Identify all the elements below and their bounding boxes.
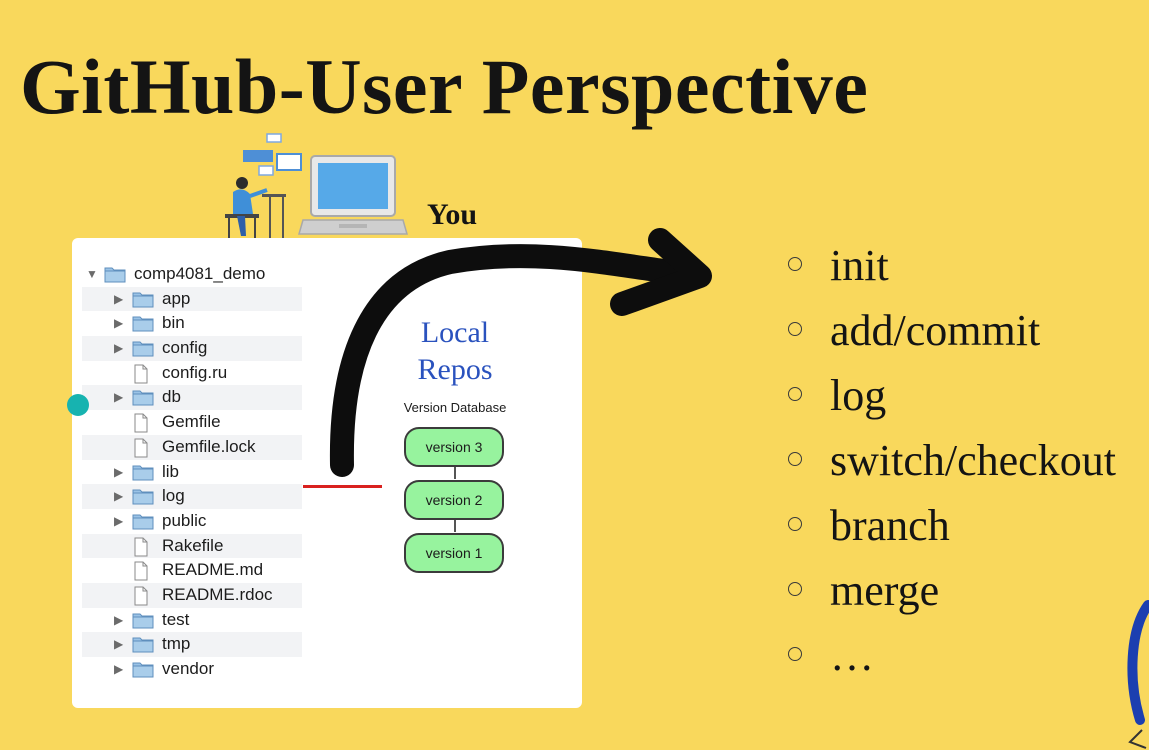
command-label: … <box>830 631 874 680</box>
circle-bullet-icon <box>788 452 802 466</box>
tree-item-label: README.rdoc <box>162 584 273 604</box>
tree-item-label: README.md <box>162 560 264 580</box>
version-box: version 1 <box>404 533 504 573</box>
pointer-dot <box>67 394 89 416</box>
command-label: add/commit <box>830 306 1041 355</box>
command-label: branch <box>830 501 950 550</box>
collapse-triangle-icon[interactable]: ▶ <box>114 632 123 657</box>
folder-icon <box>132 660 154 686</box>
tree-file-item[interactable]: README.md <box>82 558 302 583</box>
circle-bullet-icon <box>788 647 802 661</box>
circle-bullet-icon <box>788 517 802 531</box>
command-label: log <box>830 371 887 420</box>
collapse-triangle-icon[interactable]: ▶ <box>114 608 123 633</box>
circle-bullet-icon <box>788 387 802 401</box>
tree-item-label: Rakefile <box>162 535 224 555</box>
tree-item-label: test <box>162 609 190 629</box>
tree-item-label: vendor <box>162 659 214 678</box>
circle-bullet-icon <box>788 322 802 336</box>
tree-folder-item[interactable]: ▶ vendor <box>82 657 302 682</box>
collapse-triangle-icon[interactable]: ▶ <box>114 657 123 682</box>
circle-bullet-icon <box>788 582 802 596</box>
curved-arrow-icon <box>329 228 712 477</box>
tree-folder-item[interactable]: ▶ test <box>82 608 302 633</box>
command-label: merge <box>830 566 940 615</box>
tree-item-label: tmp <box>162 634 191 654</box>
tree-folder-item[interactable]: ▶ tmp <box>82 632 302 657</box>
logo-fragment-icon <box>1127 600 1149 749</box>
tree-file-item[interactable]: README.rdoc <box>82 582 302 608</box>
command-label: switch/checkout <box>830 436 1116 485</box>
tree-file-item[interactable]: Rakefile <box>82 533 302 559</box>
command-label: init <box>830 241 889 290</box>
version-connector-line <box>454 520 456 532</box>
circle-bullet-icon <box>788 257 802 271</box>
